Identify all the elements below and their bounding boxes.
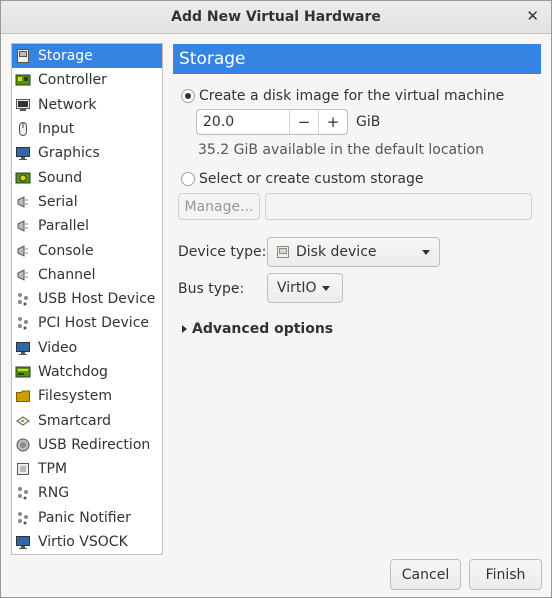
sidebar-item-label: USB Host Device [38,291,156,308]
sidebar-item-label: Graphics [38,145,100,162]
channel-icon [15,267,31,283]
sidebar-item-smartcard[interactable]: Smartcard [12,408,162,432]
sidebar-item-watchdog[interactable]: Watchdog [12,360,162,384]
chevron-down-icon [321,285,330,291]
sidebar-item-label: USB Redirection [38,436,151,453]
custom-storage-path-input[interactable] [265,193,532,220]
sidebar-item-label: Video [38,339,78,356]
usb-redirection-icon [15,437,31,453]
sidebar-item-label: PCI Host Device [38,315,150,332]
sidebar-item-channel[interactable]: Channel [12,263,162,287]
sidebar-item-video[interactable]: Video [12,336,162,360]
close-icon[interactable]: ✕ [526,7,539,25]
sidebar-item-sound[interactable]: Sound [12,165,162,189]
create-disk-label: Create a disk image for the virtual mach… [199,88,505,104]
sidebar-item-tpm[interactable]: TPM [12,457,162,481]
disk-device-icon [277,246,289,258]
bus-type-label: Bus type: [178,281,245,297]
sidebar-item-label: RNG [38,485,70,502]
storage-icon [15,48,31,64]
advanced-options-expander[interactable]: Advanced options [182,321,333,337]
sound-card-icon [15,170,31,186]
disk-size-input[interactable] [197,110,289,134]
sidebar-item-label: Watchdog [38,364,108,380]
chevron-right-icon [182,325,187,333]
device-type-label: Device type: [178,244,267,260]
page-title: Storage [173,44,541,74]
watchdog-icon [15,364,31,380]
window-title: Add New Virtual Hardware [171,9,381,25]
network-icon [15,97,31,113]
radio-unchecked-icon[interactable] [181,172,195,186]
mouse-icon [15,121,31,137]
sidebar-item-usb-host-device[interactable]: USB Host Device [12,287,162,311]
custom-storage-label: Select or create custom storage [199,171,424,187]
smartcard-icon [15,413,31,429]
tpm-icon [15,461,31,477]
available-space-text: 35.2 GiB available in the default locati… [198,142,484,158]
sidebar-item-graphics[interactable]: Graphics [12,141,162,165]
sidebar-item-controller[interactable]: Controller [12,68,162,92]
sidebar-item-label: Serial [38,193,78,210]
pci-icon [15,315,31,331]
cancel-button[interactable]: Cancel [390,559,461,590]
sidebar-item-label: Panic Notifier [38,509,131,526]
radio-checked-icon[interactable] [181,89,195,103]
rng-icon [15,485,31,501]
sidebar-item-storage[interactable]: Storage [12,44,162,69]
sidebar-item-parallel[interactable]: Parallel [12,214,162,238]
sidebar-item-label: Console [38,242,94,259]
hardware-type-list[interactable]: Storage Controller Network Input Graphics Sou… [11,43,163,555]
chevron-down-icon [422,250,430,255]
sidebar-item-virtio-vsock[interactable]: Virtio VSOCK [12,530,162,554]
increment-button[interactable]: + [318,110,347,134]
titlebar: Add New Virtual Hardware ✕ [1,1,551,34]
controller-icon [15,72,31,88]
sidebar-item-label: Smartcard [38,412,112,429]
sidebar-item-label: Network [38,96,97,113]
sidebar-item-label: Storage [38,48,93,65]
sidebar-item-label: Parallel [38,218,90,235]
create-disk-radio[interactable]: Create a disk image for the virtual mach… [181,88,504,104]
finish-button[interactable]: Finish [469,559,542,590]
sidebar-item-label: Filesystem [38,388,113,405]
bus-type-value: VirtIO [277,280,317,296]
advanced-options-label: Advanced options [192,321,334,337]
sidebar-item-pci-host-device[interactable]: PCI Host Device [12,311,162,335]
decrement-button[interactable]: − [289,110,318,134]
sidebar-item-console[interactable]: Console [12,238,162,262]
console-icon [15,243,31,259]
folder-icon [15,388,31,404]
sidebar-item-label: Virtio VSOCK [38,534,128,551]
sidebar-item-label: Sound [38,169,83,186]
sidebar-item-panic-notifier[interactable]: Panic Notifier [12,506,162,530]
sidebar-item-usb-redirection[interactable]: USB Redirection [12,433,162,457]
panic-notifier-icon [15,510,31,526]
monitor-icon [15,145,31,161]
disk-size-spinbutton[interactable]: − + [196,109,348,135]
sidebar-item-input[interactable]: Input [12,117,162,141]
video-icon [15,340,31,356]
usb-icon [15,291,31,307]
sidebar-item-rng[interactable]: RNG [12,481,162,505]
bus-type-dropdown[interactable]: VirtIO [267,273,343,303]
add-hardware-dialog: Add New Virtual Hardware ✕ Storage Contro… [0,0,552,598]
sidebar-item-serial[interactable]: Serial [12,190,162,214]
sidebar-item-label: Channel [38,266,96,283]
serial-icon [15,194,31,210]
sidebar-item-label: Controller [38,72,107,89]
device-type-dropdown[interactable]: Disk device [267,237,440,267]
parallel-icon [15,218,31,234]
manage-button[interactable]: Manage... [178,193,260,220]
vsock-icon [15,534,31,550]
sidebar-item-network[interactable]: Network [12,93,162,117]
sidebar-item-label: Input [38,121,75,138]
size-unit-label: GiB [356,114,381,130]
sidebar-item-label: TPM [38,461,68,478]
sidebar-item-filesystem[interactable]: Filesystem [12,384,162,408]
device-type-value: Disk device [296,244,377,260]
custom-storage-radio[interactable]: Select or create custom storage [181,171,424,187]
